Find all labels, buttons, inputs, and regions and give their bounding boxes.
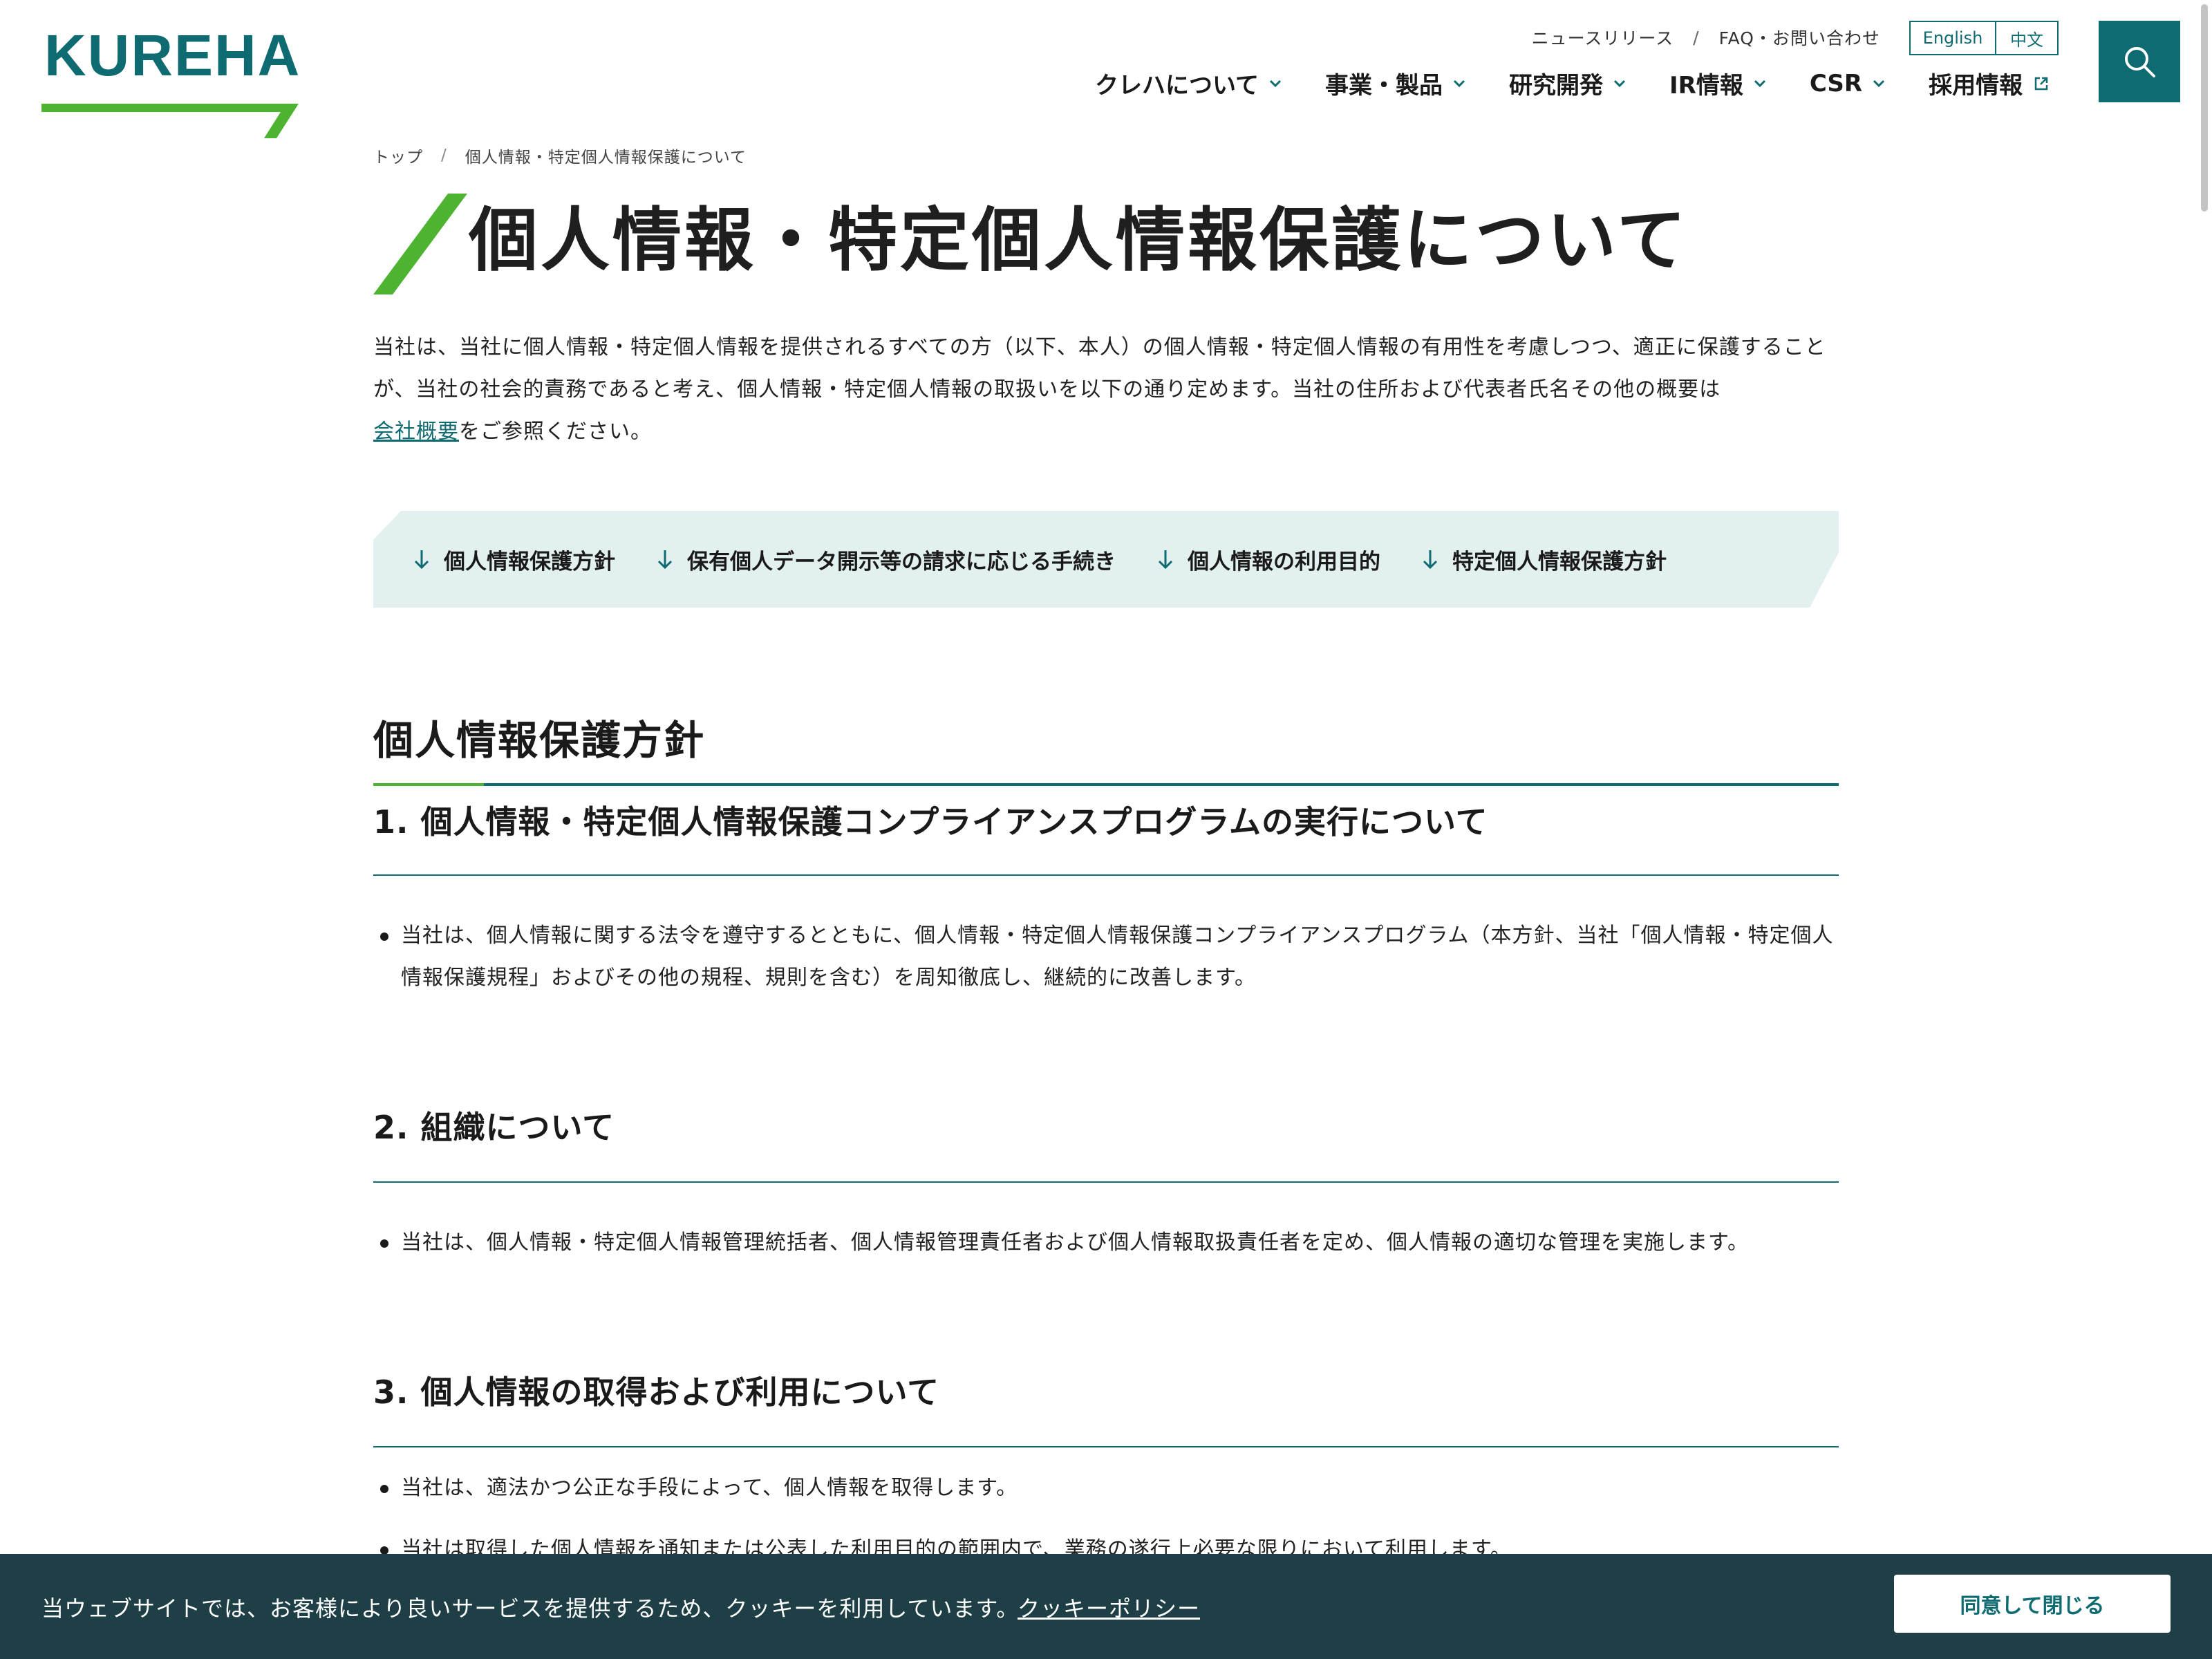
subheading-rule xyxy=(373,1446,1839,1447)
language-switcher: English 中文 xyxy=(1909,21,2059,55)
search-icon xyxy=(2125,47,2155,77)
intro-text: 当社は、当社に個人情報・特定個人情報を提供されるすべての方（以下、本人）の個人情… xyxy=(373,335,1826,402)
chevron-down-icon xyxy=(1873,79,1885,87)
anchor-link-label: 個人情報の利用目的 xyxy=(1188,549,1380,574)
cookie-message: 当ウェブサイトでは、お客様により良いサービスを提供するため、クッキーを利用してい… xyxy=(41,1595,1020,1622)
intro-paragraph: 当社は、当社に個人情報・特定個人情報を提供されるすべての方（以下、本人）の個人情… xyxy=(373,326,1839,453)
nav-item-csr[interactable]: CSR xyxy=(1810,70,1886,97)
breadcrumb-home-link[interactable]: トップ xyxy=(373,144,423,167)
faq-contact-link[interactable]: FAQ・お問い合わせ xyxy=(1719,25,1880,50)
chevron-down-icon xyxy=(1754,79,1765,87)
lang-english-button[interactable]: English xyxy=(1911,22,1996,54)
page-title: 個人情報・特定個人情報保護について xyxy=(469,200,1689,281)
kureha-logo[interactable]: KUREHA xyxy=(41,26,304,138)
anchor-link-label: 特定個人情報保護方針 xyxy=(1452,549,1667,574)
subheading-rule xyxy=(373,874,1839,876)
subsection-heading-2: 2. 組織について xyxy=(373,1071,1839,1183)
company-overview-link[interactable]: 会社概要 xyxy=(373,420,459,444)
anchor-link-privacy-policy[interactable]: 個人情報保護方針 xyxy=(413,544,615,575)
lang-chinese-button[interactable]: 中文 xyxy=(1996,22,2057,54)
nav-item-label: クレハについて xyxy=(1095,72,1259,100)
main-nav: クレハについて 事業・製品 研究開発 IR情報 CSR 採用情報 xyxy=(1095,66,2049,100)
section-heading-privacy-policy: 個人情報保護方針 xyxy=(373,714,1839,786)
intro-text-end: をご参照ください。 xyxy=(459,420,652,444)
subsection-title: 1. 個人情報・特定個人情報保護コンプライアンスプログラムの実行について xyxy=(373,803,1488,841)
cookie-policy-link[interactable]: クッキーポリシー xyxy=(1018,1591,1200,1623)
arrow-down-icon xyxy=(1422,549,1438,570)
page-title-block: 個人情報・特定個人情報保護について xyxy=(373,187,1839,311)
title-slash-icon xyxy=(373,194,467,294)
main-content: トップ / 個人情報・特定個人情報保護について 個人情報・特定個人情報保護につい… xyxy=(373,138,1839,1571)
external-link-icon xyxy=(2034,77,2048,90)
breadcrumb-current: 個人情報・特定個人情報保護について xyxy=(465,149,747,167)
subsection-heading-3: 3. 個人情報の取得および利用について xyxy=(373,1335,1839,1447)
subsection-heading-1: 1. 個人情報・特定個人情報保護コンプライアンスプログラムの実行について xyxy=(373,786,1839,876)
nav-item-ir[interactable]: IR情報 xyxy=(1669,66,1767,100)
anchor-link-disclosure-procedure[interactable]: 保有個人データ開示等の請求に応じる手続き xyxy=(657,544,1116,575)
nav-item-label: CSR xyxy=(1809,69,1863,97)
subsection-title: 3. 個人情報の取得および利用について xyxy=(373,1374,940,1411)
nav-item-label: IR情報 xyxy=(1669,72,1743,100)
nav-item-label: 採用情報 xyxy=(1929,72,2023,100)
arrow-down-icon xyxy=(1157,549,1174,570)
list-item: 当社は、個人情報・特定個人情報管理統括者、個人情報管理責任者および個人情報取扱責… xyxy=(373,1221,1839,1264)
subsection-title: 2. 組織について xyxy=(373,1109,615,1146)
utility-nav: ニュースリリース / FAQ・お問い合わせ xyxy=(1532,25,1880,50)
anchor-link-label: 保有個人データ開示等の請求に応じる手続き xyxy=(687,549,1116,574)
cookie-consent-bar: 当ウェブサイトでは、お客様により良いサービスを提供するため、クッキーを利用してい… xyxy=(0,1554,2212,1659)
anchor-link-label: 個人情報保護方針 xyxy=(444,549,615,574)
chevron-down-icon xyxy=(1613,79,1626,87)
nav-item-about[interactable]: クレハについて xyxy=(1095,66,1282,100)
anchor-nav: 個人情報保護方針 保有個人データ開示等の請求に応じる手続き 個人情報の利用目的 … xyxy=(373,511,1839,608)
anchor-link-specific-policy[interactable]: 特定個人情報保護方針 xyxy=(1422,544,1667,575)
arrow-down-icon xyxy=(657,549,673,570)
site-header: KUREHA ニュースリリース / FAQ・お問い合わせ English 中文 … xyxy=(0,0,2212,138)
nav-item-label: 研究開発 xyxy=(1508,72,1603,100)
subsection-2-list: 当社は、個人情報・特定個人情報管理統括者、個人情報管理責任者および個人情報取扱責… xyxy=(373,1221,1839,1264)
news-release-link[interactable]: ニュースリリース xyxy=(1532,25,1674,50)
anchor-link-purpose-of-use[interactable]: 個人情報の利用目的 xyxy=(1157,544,1380,575)
breadcrumb-separator: / xyxy=(441,147,447,165)
breadcrumb: トップ / 個人情報・特定個人情報保護について xyxy=(373,138,1839,173)
list-item: 当社は、個人情報に関する法令を遵守するとともに、個人情報・特定個人情報保護コンプ… xyxy=(373,915,1839,999)
logo-swoosh-icon xyxy=(41,104,299,138)
cookie-accept-button[interactable]: 同意して閉じる xyxy=(1894,1575,2171,1633)
chevron-down-icon xyxy=(1453,79,1465,87)
subsection-1-list: 当社は、個人情報に関する法令を遵守するとともに、個人情報・特定個人情報保護コンプ… xyxy=(373,915,1839,999)
section-title: 個人情報保護方針 xyxy=(373,717,706,764)
page-scrollbar[interactable] xyxy=(2201,4,2208,212)
arrow-down-icon xyxy=(413,549,430,570)
search-button[interactable] xyxy=(2099,21,2180,102)
nav-item-label: 事業・製品 xyxy=(1324,72,1443,100)
chevron-down-icon xyxy=(1269,79,1282,87)
nav-item-research[interactable]: 研究開発 xyxy=(1509,66,1627,100)
utility-separator: / xyxy=(1693,27,1700,48)
nav-item-recruit[interactable]: 採用情報 xyxy=(1929,66,2049,100)
subheading-rule xyxy=(373,1181,1839,1183)
list-item: 当社は、適法かつ公正な手段によって、個人情報を取得します。 xyxy=(373,1467,1839,1509)
nav-item-business[interactable]: 事業・製品 xyxy=(1325,66,1466,100)
